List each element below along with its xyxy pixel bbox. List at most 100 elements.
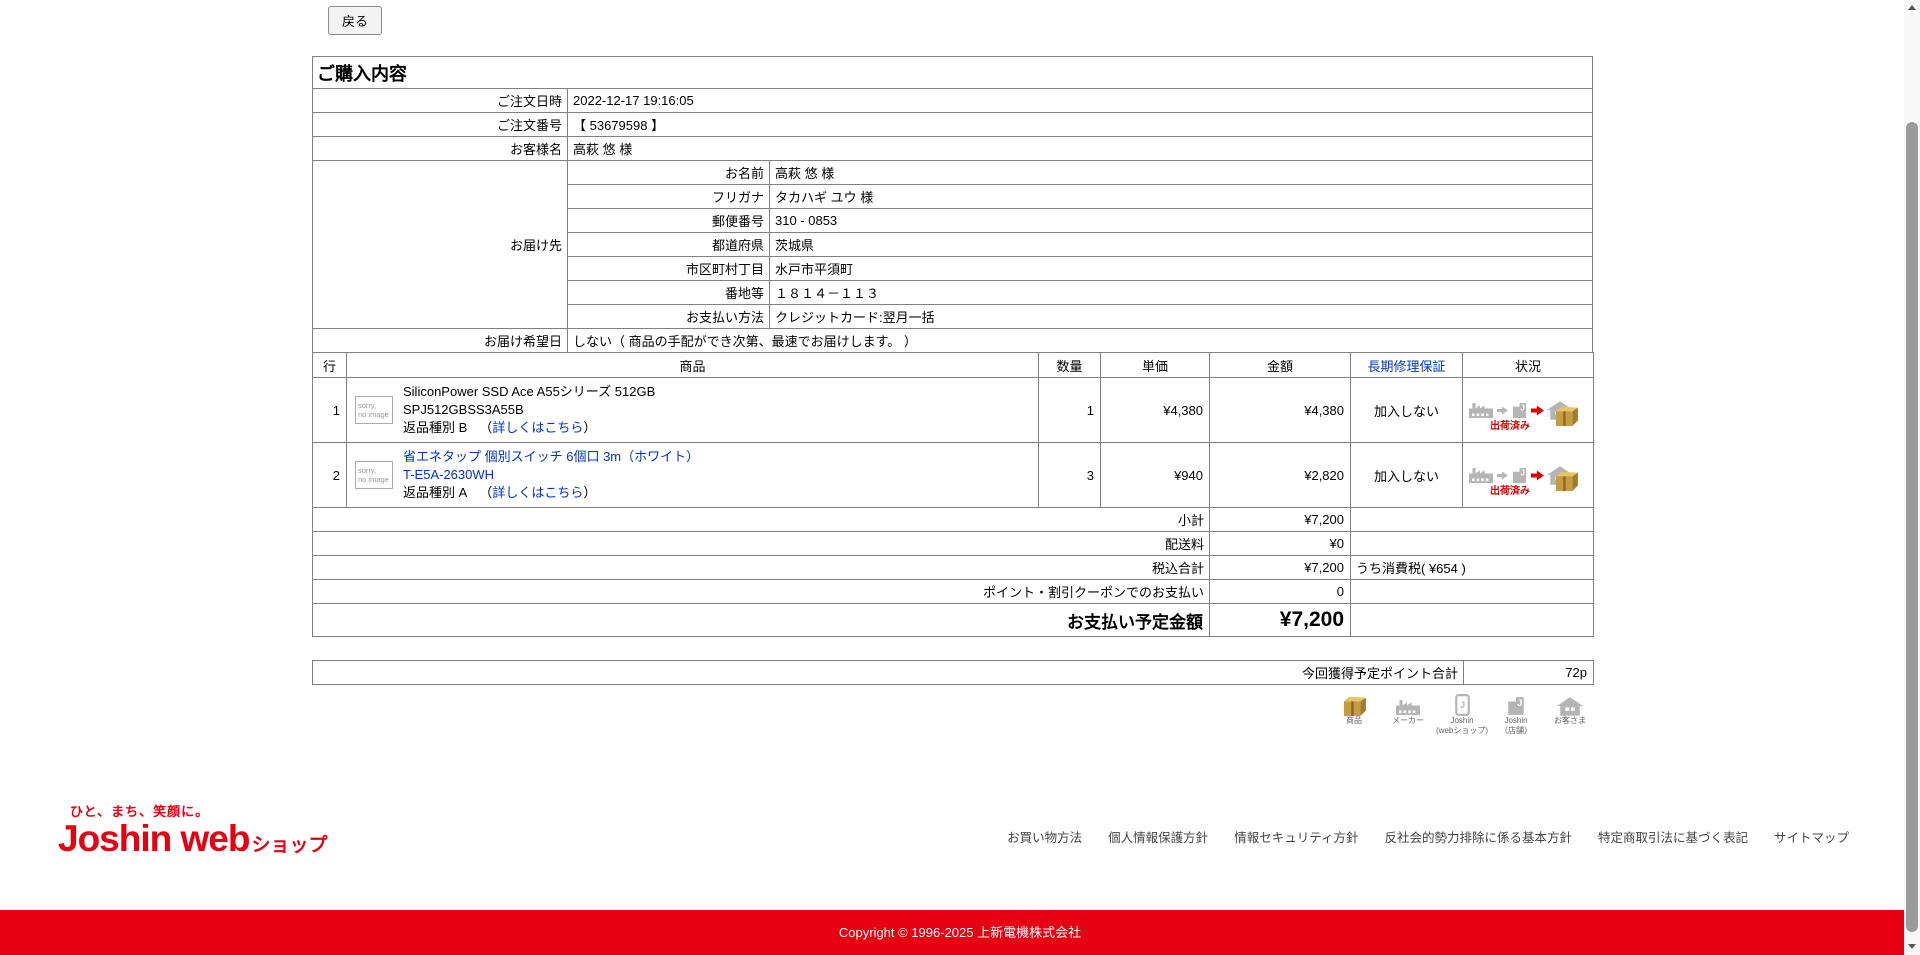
- footer-link-privacy-policy[interactable]: 個人情報保護方針: [1108, 827, 1208, 846]
- points-coupon-value: 0: [1210, 580, 1351, 604]
- header-product: 商品: [347, 353, 1039, 378]
- order-detail-main: ご購入内容 ご注文日時 2022-12-17 19:16:05 ご注文番号 【 …: [312, 56, 1593, 735]
- shipped-badge: 出荷済み: [1490, 417, 1530, 432]
- red-arrow-right-icon: [1531, 405, 1544, 416]
- table-row-item-2: 2 sorry, no image 省エネタップ 個別スイッチ 6個口 3m（ホ…: [313, 443, 1594, 508]
- chevron-up-icon: [1908, 5, 1916, 10]
- earned-points-label: 今回獲得予定ポイント合計: [313, 661, 1464, 685]
- product-name-link[interactable]: 省エネタップ 個別スイッチ 6個口 3m（ホワイト）: [403, 449, 699, 464]
- return-type-line: 返品種別 B（詳しくはこちら）: [403, 419, 655, 437]
- order-number-label: ご注文番号: [313, 113, 568, 137]
- item-amount: ¥2,820: [1210, 443, 1351, 508]
- footer-link-commerce-law[interactable]: 特定商取引法に基づく表記: [1598, 827, 1748, 846]
- scroll-down-button[interactable]: [1904, 939, 1920, 955]
- order-items-table: 行 商品 数量 単価 金額 長期修理保証 状況 1 sorry, no imag…: [312, 352, 1594, 637]
- furigana-value: タカハギ ユウ 様: [770, 185, 1593, 209]
- subtotal-label: 小計: [313, 508, 1210, 532]
- footer-link-security-policy[interactable]: 情報セキュリティ方針: [1234, 827, 1358, 846]
- no-image-placeholder: sorry, no image: [355, 461, 393, 489]
- wish-date-label: お届け希望日: [313, 329, 568, 353]
- shipping-fee-note: [1351, 532, 1594, 556]
- points-summary-table: 今回獲得予定ポイント合計 72p: [312, 660, 1594, 685]
- tax-note: うち消費税( ¥654 ): [1351, 556, 1594, 580]
- prefecture-value: 茨城県: [770, 233, 1593, 257]
- recipient-name-value: 高萩 悠 様: [770, 161, 1593, 185]
- postal-code-label: 郵便番号: [568, 209, 770, 233]
- order-date-value: 2022-12-17 19:16:05: [568, 89, 1593, 113]
- detail-link[interactable]: 詳しくはこちら: [492, 485, 583, 500]
- legend-item-joshin-store: Joshin （店舗）: [1493, 690, 1539, 735]
- street-value: １８１４－１１３: [770, 281, 1593, 305]
- city-value: 水戸市平須町: [770, 257, 1593, 281]
- footer-links: お買い物方法 個人情報保護方針 情報セキュリティ方針 反社会的勢力排除に係る基本…: [1007, 827, 1849, 846]
- customer-name-value: 高萩 悠 様: [568, 137, 1593, 161]
- scroll-up-button[interactable]: [1904, 0, 1920, 16]
- product-model-link[interactable]: T-E5A-2630WH: [403, 467, 494, 482]
- package-box-icon: [1554, 404, 1578, 426]
- shipped-badge: 出荷済み: [1490, 482, 1530, 497]
- subtotal-value: ¥7,200: [1210, 508, 1351, 532]
- legend-item-maker: メーカー: [1385, 690, 1431, 735]
- header-row: 行: [313, 353, 347, 378]
- legend-item-product: 商品: [1331, 690, 1377, 735]
- warranty-header-link[interactable]: 長期修理保証: [1351, 353, 1463, 378]
- order-confirmation-page: 戻る ご購入内容 ご注文日時 2022-12-17 19:16:05 ご注文番号…: [0, 0, 1920, 955]
- joshin-logo[interactable]: ひと、まち、笑顔に。 Joshin webショップ: [58, 801, 328, 859]
- footer-link-sitemap[interactable]: サイトマップ: [1774, 827, 1849, 846]
- logo-brand: Joshin webショップ: [58, 820, 328, 859]
- house-icon: [1557, 697, 1583, 716]
- grand-total-value: ¥7,200: [1210, 604, 1351, 637]
- item-warranty: 加入しない: [1351, 378, 1463, 443]
- street-label: 番地等: [568, 281, 770, 305]
- smartphone-icon: [1455, 694, 1470, 716]
- joshin-store-icon: [1511, 467, 1528, 484]
- subtotal-note: [1351, 508, 1594, 532]
- wish-date-value: しない（ 商品の手配ができ次第、最速でお届けします。 ）: [568, 329, 1593, 353]
- points-coupon-note: [1351, 580, 1594, 604]
- order-info-table: ご購入内容 ご注文日時 2022-12-17 19:16:05 ご注文番号 【 …: [312, 56, 1593, 353]
- arrow-right-icon: [1497, 471, 1508, 480]
- item-warranty: 加入しない: [1351, 443, 1463, 508]
- postal-code-value: 310 - 0853: [770, 209, 1593, 233]
- item-row-number: 1: [313, 378, 347, 443]
- red-arrow-right-icon: [1531, 470, 1544, 481]
- return-type-line: 返品種別 A（詳しくはこちら）: [403, 484, 699, 502]
- header-amount: 金額: [1210, 353, 1351, 378]
- delivery-address-label: お届け先: [313, 161, 568, 329]
- vertical-scrollbar[interactable]: [1904, 0, 1920, 955]
- shipping-status: 出荷済み: [1468, 388, 1588, 432]
- item-unit-price: ¥940: [1101, 443, 1210, 508]
- item-qty: 3: [1039, 443, 1101, 508]
- no-image-placeholder: sorry, no image: [355, 396, 393, 424]
- legend-item-joshin-web: Joshin (webショップ): [1439, 690, 1485, 735]
- furigana-label: フリガナ: [568, 185, 770, 209]
- header-status: 状況: [1463, 353, 1594, 378]
- product-name: SiliconPower SSD Ace A55シリーズ 512GB: [403, 383, 655, 401]
- payment-method-label: お支払い方法: [568, 305, 770, 329]
- detail-link[interactable]: 詳しくはこちら: [492, 420, 583, 435]
- legend-item-customer: お客さま: [1547, 690, 1593, 735]
- item-unit-price: ¥4,380: [1101, 378, 1210, 443]
- back-button[interactable]: 戻る: [328, 6, 382, 35]
- points-coupon-label: ポイント・割引クーポンでのお支払い: [313, 580, 1210, 604]
- copyright-bar: Copyright © 1996-2025 上新電機株式会社: [0, 910, 1920, 955]
- shipping-fee-value: ¥0: [1210, 532, 1351, 556]
- shipping-fee-label: 配送料: [313, 532, 1210, 556]
- footer-link-antisocial-policy[interactable]: 反社会的勢力排除に係る基本方針: [1384, 827, 1572, 846]
- earned-points-value: 72p: [1464, 661, 1594, 685]
- footer-link-shopping-guide[interactable]: お買い物方法: [1007, 827, 1082, 846]
- prefecture-label: 都道府県: [568, 233, 770, 257]
- header-unit-price: 単価: [1101, 353, 1210, 378]
- arrow-right-icon: [1497, 406, 1508, 415]
- copyright-text: Copyright © 1996-2025 上新電機株式会社: [839, 925, 1081, 940]
- scrollbar-thumb[interactable]: [1906, 122, 1918, 932]
- table-row-item-1: 1 sorry, no image SiliconPower SSD Ace A…: [313, 378, 1594, 443]
- customer-name-label: お客様名: [313, 137, 568, 161]
- tax-total-label: 税込合計: [313, 556, 1210, 580]
- order-number-value: 【 53679598 】: [568, 113, 1593, 137]
- city-label: 市区町村丁目: [568, 257, 770, 281]
- item-amount: ¥4,380: [1210, 378, 1351, 443]
- page-title: ご購入内容: [313, 57, 1593, 89]
- joshin-store-icon: [1506, 696, 1526, 716]
- package-box-icon: [1342, 694, 1366, 716]
